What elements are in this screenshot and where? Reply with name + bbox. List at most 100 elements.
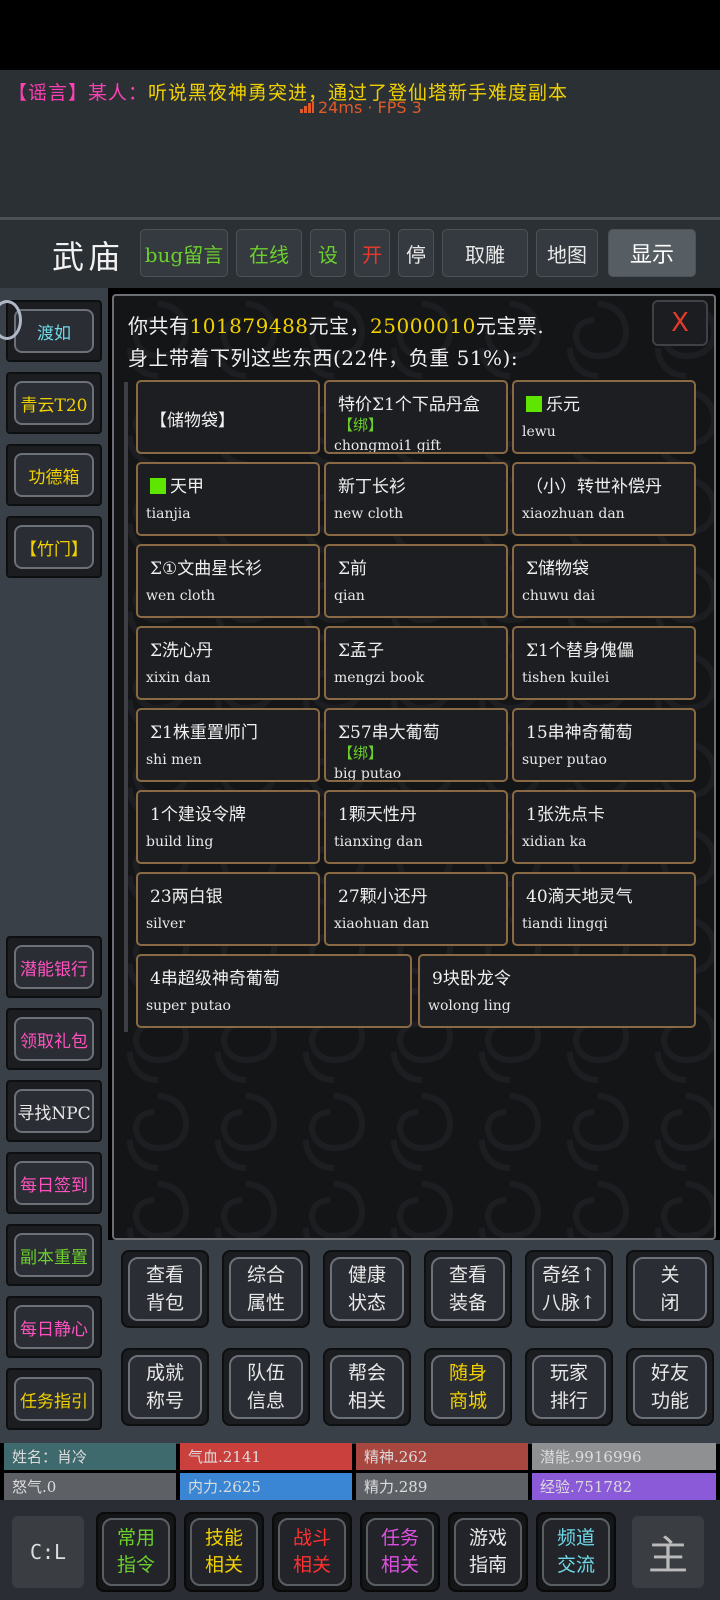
sidebar-quest-guide[interactable]: 任务指引: [6, 1368, 102, 1430]
inventory-item[interactable]: 新丁长衫 new cloth: [324, 462, 508, 536]
sidebar-label: 潜能银行: [14, 945, 94, 989]
inventory-item[interactable]: Σ前 qian: [324, 544, 508, 618]
inventory-item[interactable]: Σ①文曲星长衫 wen cloth: [136, 544, 320, 618]
inventory-item[interactable]: 乐元 lewu: [512, 380, 696, 454]
health-button[interactable]: 健康 状态: [323, 1250, 411, 1328]
scrollbar[interactable]: [124, 382, 128, 1032]
inventory-item[interactable]: Σ储物袋 chuwu dai: [512, 544, 696, 618]
settings-button[interactable]: 设: [310, 229, 346, 277]
inventory-item[interactable]: 27颗小还丹 xiaohuan dan: [324, 872, 508, 946]
sidebar-claim-gift[interactable]: 领取礼包: [6, 1008, 102, 1070]
open-button[interactable]: 开: [354, 229, 390, 277]
shop-button[interactable]: 随身 商城: [424, 1348, 512, 1426]
button-label: 状态: [347, 1292, 386, 1314]
tab-label: 相关: [380, 1554, 419, 1576]
item-name: Σ前: [338, 559, 368, 579]
item-code: tishen kuilei: [522, 670, 610, 686]
tab-label: 常用: [116, 1527, 155, 1549]
rage-bar: 怒气.0: [4, 1473, 176, 1500]
inventory-item[interactable]: 1张洗点卡 xidian ka: [512, 790, 696, 864]
carry-summary: 身上带着下列这些东西(22件，负重 51%):: [128, 346, 519, 370]
sidebar-dungeon-reset[interactable]: 副本重置: [6, 1224, 102, 1286]
tab-game-guide[interactable]: 游戏 指南: [448, 1512, 528, 1592]
tab-skills[interactable]: 技能 相关: [184, 1512, 264, 1592]
inventory-item[interactable]: （小）转世补偿丹 xiaozhuan dan: [512, 462, 696, 536]
leaderboard-button[interactable]: 玩家 排行: [525, 1348, 613, 1426]
main-menu-icon[interactable]: 主: [632, 1516, 704, 1588]
cancel-follow-button[interactable]: 取雕: [442, 229, 528, 277]
view-backpack-button[interactable]: 查看 背包: [121, 1250, 209, 1328]
item-code: lewu: [522, 424, 556, 440]
inventory-item[interactable]: 4串超级神奇葡萄 super putao: [136, 954, 412, 1028]
item-name: （小）转世补偿丹: [526, 477, 662, 497]
spirit-bar: 精神.262: [356, 1443, 528, 1470]
command-line-icon[interactable]: C:L: [12, 1516, 84, 1588]
inventory-item[interactable]: Σ1个替身傀儡 tishen kuilei: [512, 626, 696, 700]
button-label: 查看: [448, 1264, 487, 1286]
display-button[interactable]: 显示: [608, 229, 696, 277]
map-button[interactable]: 地图: [536, 229, 598, 277]
sidebar-npc-qingyun[interactable]: 青云T20: [6, 372, 102, 434]
item-code: xidian ka: [522, 834, 587, 850]
item-code: tianjia: [146, 506, 191, 522]
item-name: 4串超级神奇葡萄: [150, 969, 280, 989]
fps-value: · FPS 3: [367, 98, 422, 117]
exp-bar: 经验.751782: [532, 1473, 716, 1500]
inventory-item[interactable]: 23两白银 silver: [136, 872, 320, 946]
inventory-panel: 你共有101879488元宝，25000010元宝票. 身上带着下列这些东西(2…: [112, 294, 716, 1240]
sidebar-merit-box[interactable]: 功德箱: [6, 444, 102, 506]
item-code: chuwu dai: [522, 588, 596, 604]
item-name: Σ孟子: [338, 641, 385, 661]
sidebar-potential-bank[interactable]: 潜能银行: [6, 936, 102, 998]
item-name: 23两白银: [150, 887, 223, 907]
team-info-button[interactable]: 队伍 信息: [222, 1348, 310, 1426]
inventory-item[interactable]: 1个建设令牌 build ling: [136, 790, 320, 864]
inventory-item[interactable]: 天甲 tianjia: [136, 462, 320, 536]
sidebar-bamboo-door[interactable]: 【竹门】: [6, 516, 102, 578]
achievements-button[interactable]: 成就 称号: [121, 1348, 209, 1426]
green-square-icon: [526, 396, 542, 412]
tab-quests[interactable]: 任务 相关: [360, 1512, 440, 1592]
signal-icon: [300, 101, 314, 113]
tab-common-commands[interactable]: 常用 指令: [96, 1512, 176, 1592]
hp-bar: 气血.2141: [180, 1443, 352, 1470]
summary-prefix: 你共有: [128, 314, 190, 338]
close-button[interactable]: X: [652, 300, 708, 346]
item-name: 新丁长衫: [338, 477, 406, 497]
inventory-item[interactable]: 9块卧龙令 wolong ling: [418, 954, 696, 1028]
tab-channels[interactable]: 频道 交流: [536, 1512, 616, 1592]
button-label: 背包: [145, 1292, 184, 1314]
sidebar-npc-duru[interactable]: 渡如: [6, 300, 102, 362]
button-label: 成就: [145, 1362, 184, 1384]
inventory-item[interactable]: 1颗天性丹 tianxing dan: [324, 790, 508, 864]
sidebar-daily-meditation[interactable]: 每日静心: [6, 1296, 102, 1358]
inventory-item[interactable]: Σ57串大葡萄 【绑】 big putao: [324, 708, 508, 782]
equipment-button[interactable]: 查看 装备: [424, 1250, 512, 1328]
inventory-item[interactable]: Σ洗心丹 xixin dan: [136, 626, 320, 700]
inventory-item[interactable]: Σ孟子 mengzi book: [324, 626, 508, 700]
bug-report-button[interactable]: bug留言: [140, 229, 228, 277]
item-name: 40滴天地灵气: [526, 887, 633, 907]
close-panel-button[interactable]: 关闭: [626, 1250, 714, 1328]
sidebar-find-npc[interactable]: 寻找NPC: [6, 1080, 102, 1142]
inventory-item[interactable]: Σ1株重置师门 shi men: [136, 708, 320, 782]
tab-combat[interactable]: 战斗 相关: [272, 1512, 352, 1592]
location-title: 武庙: [52, 238, 125, 276]
inventory-item[interactable]: 40滴天地灵气 tiandi lingqi: [512, 872, 696, 946]
rumor-speaker: 某人：: [88, 82, 149, 104]
guild-button[interactable]: 帮会 相关: [323, 1348, 411, 1426]
rumor-message: 【谣言】某人：听说黑夜神勇突进，通过了登仙塔新手难度副本: [8, 78, 568, 105]
player-name: 姓名：肖冷: [4, 1443, 176, 1470]
attributes-button[interactable]: 综合 属性: [222, 1250, 310, 1328]
meridians-button[interactable]: 奇经↑ 八脉↑: [525, 1250, 613, 1328]
stop-button[interactable]: 停: [398, 229, 434, 277]
sidebar-daily-checkin[interactable]: 每日签到: [6, 1152, 102, 1214]
ticket-unit: 元宝票.: [475, 314, 545, 338]
inventory-item[interactable]: 特价Σ1个下品丹盒 【绑】 chongmoi1 gift: [324, 380, 508, 454]
online-button[interactable]: 在线: [236, 229, 302, 277]
tab-label: 战斗: [292, 1527, 331, 1549]
friends-button[interactable]: 好友 功能: [626, 1348, 714, 1426]
inventory-item[interactable]: 【储物袋】: [136, 380, 320, 454]
button-label: 查看: [145, 1264, 184, 1286]
inventory-item[interactable]: 15串神奇葡萄 super putao: [512, 708, 696, 782]
